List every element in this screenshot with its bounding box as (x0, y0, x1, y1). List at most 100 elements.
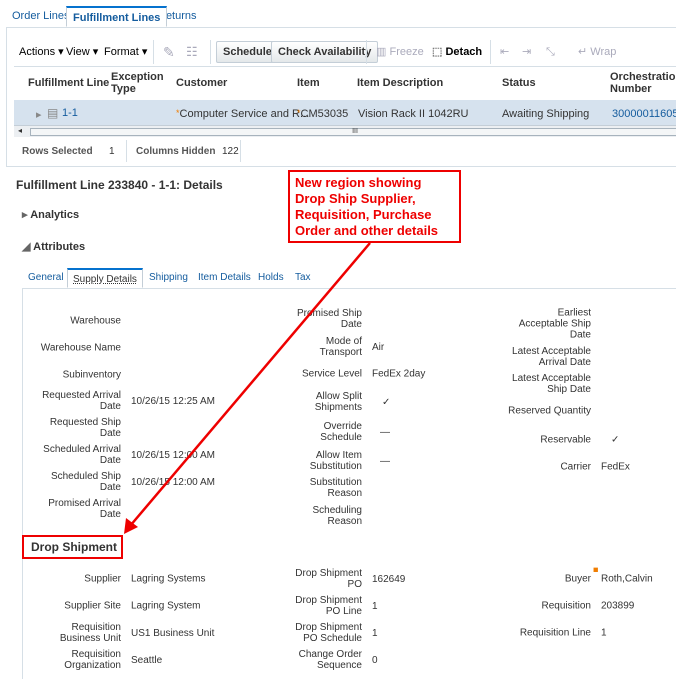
rows-selected-label: Rows Selected (22, 146, 93, 157)
subtab-general[interactable]: General (23, 268, 69, 288)
field-value: 1 (601, 627, 607, 639)
subtab-shipping[interactable]: Shipping (144, 268, 193, 288)
columns-hidden-label: Columns Hidden (136, 146, 216, 157)
field-label: Change Order Sequence (298, 649, 362, 671)
detach-button[interactable]: ⬚ Detach (432, 42, 482, 62)
format-menu[interactable]: Format ▾ (104, 42, 147, 62)
divider (366, 40, 367, 64)
field-label: Latest Acceptable Ship Date (512, 373, 591, 395)
subtab-tax[interactable]: Tax (290, 268, 316, 288)
field-reserved-quantity: Reserved Quantity (0, 406, 591, 417)
required-icon: ■ (593, 564, 599, 575)
field-label: Earliest Acceptable Ship Date (518, 307, 591, 341)
detach-label: Detach (445, 46, 483, 58)
field-value: FedEx (601, 461, 630, 473)
field-label: Reservable (540, 434, 591, 446)
wrap-left-icon[interactable]: ⇤ (500, 42, 509, 62)
field-requisition-line: Requisition Line 1 (0, 628, 607, 639)
actions-label: Actions (19, 46, 56, 58)
tab-fulfillment-lines[interactable]: Fulfillment Lines (66, 6, 168, 27)
field-carrier: Carrier FedEx (0, 461, 630, 473)
field-buyer: Buyer ■ Roth,Calvin (0, 565, 653, 585)
col-status[interactable]: Status (502, 77, 536, 89)
divider (240, 140, 241, 162)
columns-hidden-value: 122 (222, 146, 239, 157)
subtab-supply-details[interactable]: Supply Details (67, 268, 143, 288)
document-icon: ▤ (47, 106, 59, 120)
check-icon: ✓ (611, 434, 620, 446)
horizontal-scrollbar[interactable]: III ◂ (14, 125, 676, 137)
divider (153, 40, 154, 64)
col-item-description[interactable]: Item Description (357, 77, 443, 89)
field-label: Scheduling Reason (312, 505, 362, 527)
wrap-icon: ↵ (578, 46, 588, 58)
field-reservable: Reservable ✓ (0, 435, 619, 446)
attributes-label: Attributes (33, 241, 86, 253)
scrollbar-thumb[interactable]: III (30, 128, 676, 136)
col-customer[interactable]: Customer (176, 77, 227, 89)
subtab-holds[interactable]: Holds (253, 268, 289, 288)
drop-shipment-heading: Drop Shipment (22, 535, 123, 559)
details-title: Fulfillment Line 233840 - 1-1: Details (16, 178, 223, 192)
analytics-section[interactable]: ▸ Analytics (22, 208, 79, 221)
view-label: View (66, 46, 90, 58)
wrap-label: Wrap (590, 46, 617, 58)
freeze-label: Freeze (389, 46, 424, 58)
expand-icon[interactable]: ⤡ (546, 42, 555, 62)
customer-value: Computer Service and R... (179, 108, 310, 120)
field-label: Requisition Line (519, 627, 591, 639)
field-value: Roth,Calvin (601, 573, 653, 585)
divider (490, 40, 491, 64)
divider (210, 40, 211, 64)
expand-row-icon[interactable]: ▸ (36, 108, 42, 121)
field-change-order-sequence: Change Order Sequence 0 (0, 649, 378, 671)
annotation-callout: New region showing Drop Ship Supplier, R… (288, 170, 461, 243)
actions-menu[interactable]: Actions ▾ (19, 42, 64, 62)
format-label: Format (104, 46, 139, 58)
schedule-button[interactable]: Schedule (216, 41, 279, 63)
field-label: Requisition (541, 600, 591, 612)
scroll-left-icon[interactable]: ◂ (18, 126, 22, 135)
freeze-button[interactable]: ▥ Freeze (376, 42, 424, 62)
field-label: Buyer (564, 573, 591, 585)
detach-icon: ⬚ (432, 46, 443, 58)
columns-icon[interactable]: ☷ (186, 42, 198, 62)
status-cell: Awaiting Shipping (502, 108, 590, 120)
field-label: Reserved Quantity (508, 405, 591, 417)
col-fulfillment-line[interactable]: Fulfillment Line (28, 77, 109, 89)
subtab-item-details[interactable]: Item Details (193, 268, 256, 288)
field-latest-acceptable-ship-date: Latest Acceptable Ship Date (0, 373, 591, 395)
view-menu[interactable]: View ▾ (66, 42, 98, 62)
expand-icon: ▸ (22, 209, 28, 221)
analytics-label: Analytics (30, 209, 80, 221)
orchestration-number-link[interactable]: 3000001160563 (612, 108, 676, 120)
field-earliest-acceptable-ship-date: Earliest Acceptable Ship Date (0, 308, 591, 341)
item-description-cell: Vision Rack II 1042RU (358, 108, 469, 120)
wrap-right-icon[interactable]: ⇥ (522, 42, 531, 62)
attributes-section[interactable]: ◢ Attributes (22, 240, 85, 253)
divider (126, 140, 127, 162)
col-orchestration-number[interactable]: Orchestration Number (610, 71, 676, 95)
field-label: Substitution Reason (309, 477, 362, 499)
fulfillment-line-link[interactable]: 1-1 (62, 107, 78, 119)
col-item[interactable]: Item (297, 77, 320, 89)
edit-pencil-icon[interactable]: ✎ (163, 42, 175, 62)
item-value: CM53035 (300, 108, 349, 120)
field-label: Latest Acceptable Arrival Date (512, 346, 591, 368)
field-value: 203899 (601, 600, 635, 612)
rows-selected-value: 1 (109, 146, 115, 157)
divider (22, 288, 676, 289)
divider (14, 66, 676, 67)
freeze-icon: ▥ (376, 46, 387, 58)
field-substitution-reason: Substitution Reason (0, 477, 362, 499)
field-scheduling-reason: Scheduling Reason (0, 505, 362, 527)
collapse-icon: ◢ (22, 241, 31, 253)
wrap-button[interactable]: ↵ Wrap (578, 42, 616, 62)
field-value: 0 (372, 654, 378, 666)
item-cell: *CM53035 (297, 108, 349, 120)
field-requisition: Requisition 203899 (0, 600, 635, 612)
customer-cell: *Computer Service and R... (176, 108, 310, 120)
check-availability-button[interactable]: Check Availability (271, 41, 379, 63)
col-exception-type[interactable]: Exception Type (111, 71, 166, 95)
field-label: Carrier (560, 461, 591, 473)
